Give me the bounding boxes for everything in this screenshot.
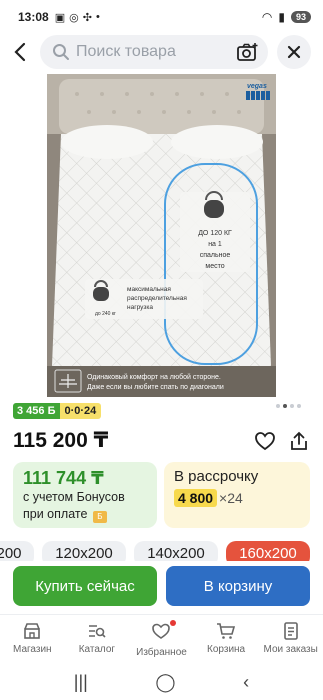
product-price: 115 200 ₸ <box>13 429 109 452</box>
mattress-illustration: ДО 120 КГ на 1 спальное место до 240 кг … <box>47 74 276 397</box>
nav-label: Избранное <box>136 647 187 658</box>
badges: 3 456 Б 0·0·24 <box>13 403 102 419</box>
nav-label: Корзина <box>207 644 246 655</box>
nav-label: Каталог <box>78 644 116 655</box>
center-label-2: распределительная <box>127 295 187 302</box>
close-button[interactable] <box>277 35 311 69</box>
add-to-cart-button[interactable]: В корзину <box>166 566 310 606</box>
camera-search-icon[interactable] <box>236 42 258 62</box>
chevron-left-icon <box>14 42 26 62</box>
nav-item-orders[interactable]: Мои заказы <box>258 615 323 660</box>
carousel-dot <box>297 404 301 408</box>
bottom-navigation: Магазин Каталог Избранное Корзина Мои за… <box>0 614 323 660</box>
installment-card[interactable]: В рассрочку 4 800 ×24 <box>164 462 310 528</box>
signal-icon: ▮ <box>278 10 285 24</box>
app-icon: ✣ <box>82 11 92 24</box>
size-option[interactable]: 140х200 <box>134 541 218 561</box>
orders-icon <box>283 622 298 640</box>
carousel-indicator <box>276 404 301 408</box>
close-icon <box>287 45 301 59</box>
battery-indicator: 93 <box>290 11 311 23</box>
installment-badge: 0·0·24 <box>59 403 102 419</box>
gallery-icon: ▣ <box>54 11 66 24</box>
size-selector: 200 120х200 140х200 160х200 <box>0 541 323 561</box>
brand-logo-bars <box>246 91 270 100</box>
product-image[interactable]: ДО 120 КГ на 1 спальное место до 240 кг … <box>47 74 276 397</box>
share-icon[interactable] <box>288 430 310 452</box>
heart-icon[interactable] <box>254 430 276 452</box>
nav-item-catalog[interactable]: Каталог <box>65 615 130 660</box>
nav-label: Магазин <box>13 644 52 655</box>
size-option[interactable]: 120х200 <box>42 541 126 561</box>
back-nav-icon[interactable]: ‹ <box>243 672 249 693</box>
zone-label-1: ДО 120 КГ <box>198 230 232 237</box>
bonus-price-card[interactable]: 111 744 ₸ с учетом Бонусов при оплате Б <box>13 462 157 528</box>
center-label-3: нагрузка <box>127 304 153 311</box>
status-time: 13:08 <box>18 10 49 24</box>
buy-now-button[interactable]: Купить сейчас <box>13 566 157 606</box>
photo-caption-1: Одинаковый комфорт на любой стороне. <box>87 373 221 381</box>
search-placeholder: Поиск товара <box>76 43 176 60</box>
dot-icon: • <box>95 11 100 23</box>
notification-dot <box>170 620 177 626</box>
cart-icon <box>217 623 236 639</box>
zone-label-4: место <box>205 263 224 270</box>
nav-item-favorites[interactable]: Избранное <box>129 615 194 660</box>
status-bar: 13:08 ▣ ◎ ✣ • ◠ ▮ 93 <box>0 0 323 34</box>
weight-label: до 240 кг <box>95 311 116 317</box>
whatsapp-icon: ◎ <box>69 11 79 24</box>
search-input[interactable]: Поиск товара <box>40 35 268 69</box>
back-button[interactable] <box>0 34 40 70</box>
carousel-dot <box>276 404 280 408</box>
installment-months: ×24 <box>219 490 243 506</box>
installment-amount: 4 800 <box>174 489 218 507</box>
size-option-selected[interactable]: 160х200 <box>226 541 310 561</box>
center-label-1: максимальная <box>127 286 171 293</box>
brand-logo: vegas <box>247 83 267 90</box>
search-icon <box>53 44 69 60</box>
wifi-icon: ◠ <box>261 10 273 24</box>
zone-label-3: спальное <box>200 252 231 259</box>
search-header: Поиск товара <box>0 34 323 70</box>
home-icon[interactable]: ◯ <box>155 672 175 693</box>
size-option[interactable]: 200 <box>0 541 34 561</box>
nav-label: Мои заказы <box>263 644 318 655</box>
purchase-actions: Купить сейчас В корзину <box>13 566 310 606</box>
nav-item-cart[interactable]: Корзина <box>194 615 259 660</box>
carousel-dot-active <box>283 404 287 408</box>
bonus-coin-icon: Б <box>92 511 107 523</box>
system-navigation-bar: ||| ◯ ‹ <box>0 664 323 700</box>
bonus-line-2: при оплате <box>23 507 88 521</box>
carousel-dot <box>290 404 294 408</box>
recent-apps-icon[interactable]: ||| <box>74 672 88 693</box>
installment-title: В рассрочку <box>174 468 259 485</box>
status-notification-icons: ▣ ◎ ✣ • <box>55 11 100 24</box>
bonus-price: 111 744 ₸ <box>23 468 104 488</box>
nav-item-shop[interactable]: Магазин <box>0 615 65 660</box>
shop-icon <box>24 623 41 639</box>
heart-icon <box>152 623 171 639</box>
bonus-badge: 3 456 Б <box>13 403 60 419</box>
bonus-line-1: с учетом Бонусов <box>23 490 125 504</box>
photo-caption-2: Даже если вы любите спать по диагонали <box>87 383 224 391</box>
catalog-icon <box>88 625 106 638</box>
zone-label-2: на 1 <box>208 241 222 248</box>
